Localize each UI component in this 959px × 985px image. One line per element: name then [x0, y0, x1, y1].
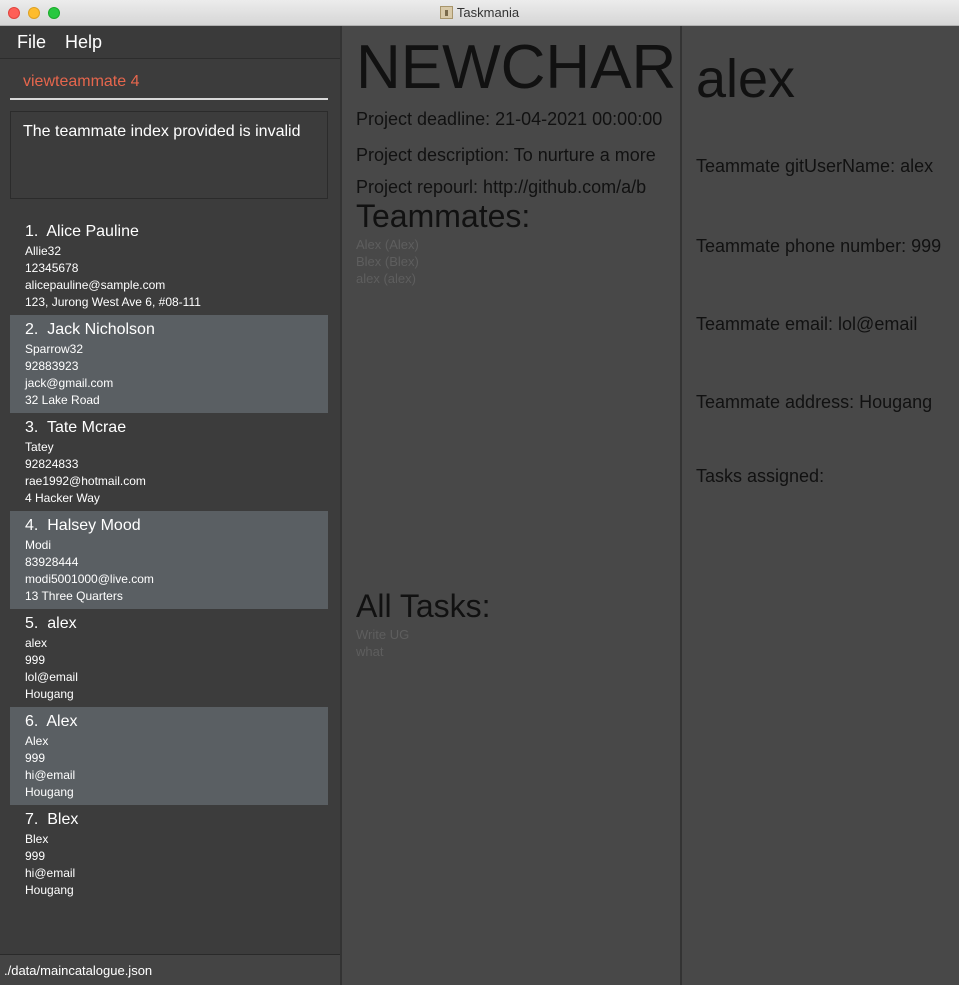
- person-card[interactable]: 1. Alice Pauline Allie32 12345678 alicep…: [10, 217, 328, 315]
- teammates-heading: Teammates:: [356, 198, 531, 234]
- person-address: Hougang: [25, 785, 74, 799]
- project-description: Project description: To nurture a more: [356, 145, 656, 165]
- person-name: 7. Blex: [25, 811, 79, 828]
- app-icon: [439, 6, 453, 19]
- person-address: Hougang: [25, 687, 74, 701]
- command-box[interactable]: viewteammate 4: [10, 68, 328, 100]
- person-address: 123, Jurong West Ave 6, #08-111: [25, 295, 201, 309]
- tasks-heading: All Tasks:: [356, 588, 491, 624]
- person-email: jack@gmail.com: [25, 376, 114, 390]
- person-email: hi@email: [25, 866, 76, 880]
- teammate-address: Teammate address: Hougang: [696, 392, 933, 412]
- menu-bar: File Help: [0, 26, 340, 59]
- teammate-email: Teammate email: lol@email: [696, 314, 918, 334]
- person-email: lol@email: [25, 670, 78, 684]
- window-titlebar: Taskmania: [0, 0, 959, 26]
- menu-help[interactable]: Help: [65, 32, 102, 53]
- person-card[interactable]: 4. Halsey Mood Modi 83928444 modi5001000…: [10, 511, 328, 609]
- tasks-assigned-label: Tasks assigned:: [696, 466, 825, 486]
- person-git: Modi: [25, 538, 52, 552]
- person-card[interactable]: 6. Alex Alex 999 hi@email Hougang: [10, 707, 328, 805]
- person-address: 4 Hacker Way: [25, 491, 100, 505]
- person-address: 13 Three Quarters: [25, 589, 123, 603]
- project-deadline: Project deadline: 21-04-2021 00:00:00: [356, 109, 663, 129]
- left-panel: File Help viewteammate 4 The teammate in…: [0, 26, 340, 985]
- window-title: Taskmania: [456, 5, 520, 20]
- teammate-list-item: Alex (Alex): [356, 237, 419, 252]
- command-input[interactable]: viewteammate 4: [23, 73, 140, 91]
- person-name: 2. Jack Nicholson: [25, 321, 155, 338]
- result-message: The teammate index provided is invalid: [23, 123, 301, 140]
- person-git: Blex: [25, 832, 49, 846]
- person-card[interactable]: 3. Tate Mcrae Tatey 92824833 rae1992@hot…: [10, 413, 328, 511]
- menu-file[interactable]: File: [17, 32, 46, 53]
- project-panel: NEWCHARLES Project deadline: 21-04-2021 …: [340, 26, 680, 985]
- person-name: 6. Alex: [25, 713, 78, 730]
- person-phone: 92883923: [25, 359, 79, 373]
- person-phone: 999: [25, 751, 46, 765]
- person-phone: 92824833: [25, 457, 79, 471]
- person-git: Tatey: [25, 440, 54, 454]
- person-card[interactable]: 5. alex alex 999 lol@email Hougang: [10, 609, 328, 707]
- person-name: 4. Halsey Mood: [25, 517, 141, 534]
- person-address: 32 Lake Road: [25, 393, 100, 407]
- window-title-group: Taskmania: [0, 5, 959, 20]
- person-phone: 999: [25, 653, 46, 667]
- teammate-phone: Teammate phone number: 999: [696, 236, 942, 256]
- person-name: 5. alex: [25, 615, 77, 632]
- person-email: rae1992@hotmail.com: [25, 474, 146, 488]
- person-card[interactable]: 2. Jack Nicholson Sparrow32 92883923 jac…: [10, 315, 328, 413]
- task-list-item: Write UG: [356, 627, 410, 642]
- save-location: ./data/maincatalogue.json: [4, 963, 153, 978]
- teammate-git: Teammate gitUserName: alex: [696, 156, 934, 176]
- teammate-panel: alex Teammate gitUserName: alex Teammate…: [680, 26, 959, 985]
- person-email: hi@email: [25, 768, 76, 782]
- teammate-name: alex: [696, 49, 796, 109]
- person-list[interactable]: 1. Alice Pauline Allie32 12345678 alicep…: [10, 217, 328, 903]
- person-phone: 83928444: [25, 555, 79, 569]
- person-git: alex: [25, 636, 48, 650]
- person-card[interactable]: 7. Blex Blex 999 hi@email Hougang: [10, 805, 328, 903]
- teammate-list-item: alex (alex): [356, 271, 416, 286]
- person-git: Allie32: [25, 244, 62, 258]
- person-git: Alex: [25, 734, 49, 748]
- person-address: Hougang: [25, 883, 74, 897]
- person-phone: 12345678: [25, 261, 79, 275]
- project-repourl: Project repourl: http://github.com/a/b: [356, 177, 647, 197]
- status-bar: ./data/maincatalogue.json: [0, 954, 340, 985]
- person-name: 1. Alice Pauline: [25, 223, 139, 240]
- teammate-list-item: Blex (Blex): [356, 254, 419, 269]
- person-phone: 999: [25, 849, 46, 863]
- person-email: modi5001000@live.com: [25, 572, 154, 586]
- task-list-item: what: [356, 644, 384, 659]
- person-git: Sparrow32: [25, 342, 84, 356]
- project-name: NEWCHARLES: [356, 33, 680, 102]
- person-name: 3. Tate Mcrae: [25, 419, 127, 436]
- result-display: The teammate index provided is invalid: [10, 111, 328, 199]
- person-email: alicepauline@sample.com: [25, 278, 166, 292]
